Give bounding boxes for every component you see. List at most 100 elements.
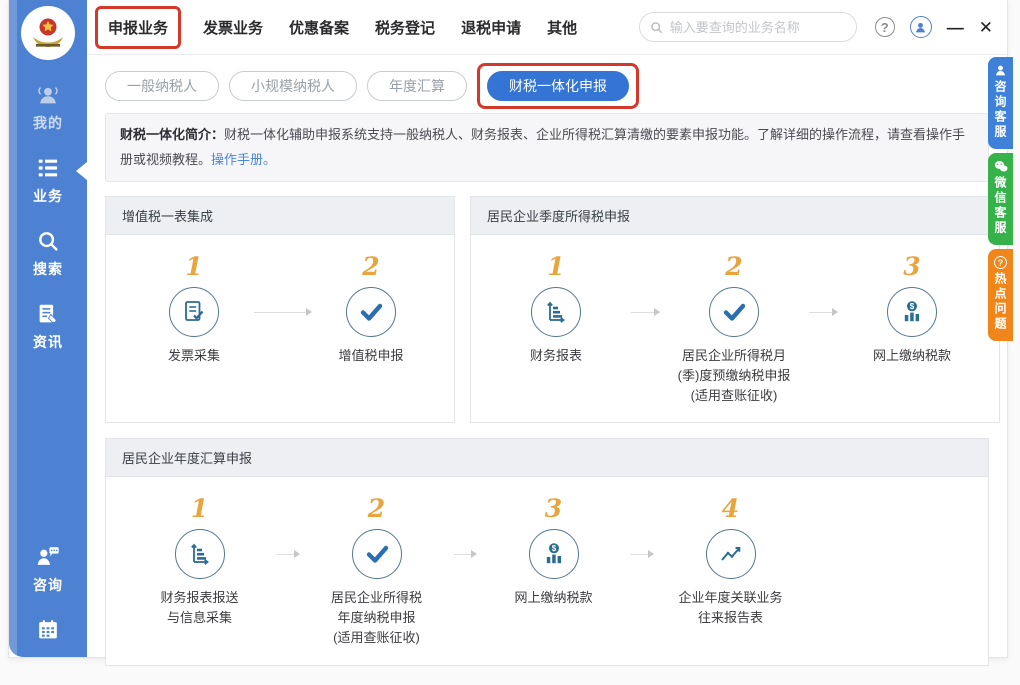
step-pay-tax-online[interactable]: 3 $ 网上缴纳税款 [476, 495, 631, 608]
step-number: 4 [722, 495, 739, 523]
step-number: 1 [547, 253, 564, 281]
service-button-label: 咨询客服 [992, 80, 1009, 140]
service-button-label: 热点问题 [992, 272, 1009, 332]
sidebar-item-news[interactable]: 资讯 [33, 301, 63, 352]
wechat-service-button[interactable]: 微信客服 [988, 153, 1013, 245]
step-report-info-collect[interactable]: 1 财务报表报送 与信息采集 [122, 495, 277, 628]
nav-item-refund[interactable]: 退税申请 [461, 17, 521, 38]
sidebar-item-business[interactable]: 业务 [33, 155, 63, 206]
step-circle [706, 529, 756, 579]
app-window: 我的 业务 搜索 资讯 [8, 0, 1008, 658]
sidebar-item-consult[interactable]: 咨询 [33, 544, 63, 595]
tab-small-scale-taxpayer[interactable]: 小规模纳税人 [229, 71, 357, 101]
step-number: 1 [185, 253, 202, 281]
step-circle [352, 529, 402, 579]
step-circle [346, 287, 396, 337]
invoice-collect-icon [181, 299, 207, 325]
tab-fiscal-tax-integration[interactable]: 财税一体化申报 [487, 71, 629, 101]
check-icon [721, 299, 747, 325]
step-financial-report[interactable]: 1 财务报表 [481, 253, 631, 366]
minimize-button[interactable]: — [947, 19, 964, 36]
calendar-icon [35, 617, 61, 643]
svg-text:$: $ [910, 302, 915, 311]
step-related-business-report[interactable]: 4 企业年度关联业务 往来报告表 [653, 495, 808, 628]
person-icon [994, 64, 1007, 77]
user-icon[interactable] [910, 16, 932, 38]
step-number: 2 [362, 253, 379, 281]
sidebar-item-label: 我的 [33, 113, 63, 133]
panel-quarterly-income-tax: 居民企业季度所得税申报 1 财 [470, 196, 1000, 423]
search-input[interactable] [670, 20, 846, 35]
step-circle: $ [529, 529, 579, 579]
step-label: 网上缴纳税款 [514, 588, 592, 608]
panel-body: 1 财务报表 [471, 235, 999, 422]
step-label: 居民企业所得税 年度纳税申报 (适用查账征收) [331, 588, 422, 648]
nav-item-declare[interactable]: 申报业务 [108, 20, 168, 37]
nav-item-other[interactable]: 其他 [547, 17, 577, 38]
tab-annual-settlement[interactable]: 年度汇算 [367, 71, 467, 101]
search-icon [35, 228, 61, 254]
step-circle [531, 287, 581, 337]
search-icon [650, 20, 663, 35]
panel-body: 1 发票采集 2 [106, 235, 454, 403]
check-icon [364, 541, 390, 567]
consult-service-button[interactable]: 咨询客服 [988, 57, 1013, 149]
panel-body: 1 财务报表报送 与信息采集 2 [106, 477, 988, 664]
tab-general-taxpayer[interactable]: 一般纳税人 [105, 71, 219, 101]
svg-text:$: $ [551, 544, 556, 553]
floating-service-buttons: 咨询客服 微信客服 ? 热点问题 [988, 57, 1013, 341]
flow-arrow [254, 312, 311, 313]
tabs-row: 一般纳税人 小规模纳税人 年度汇算 财税一体化申报 [105, 61, 989, 111]
step-number: 3 [545, 495, 562, 523]
pay-tax-icon: $ [899, 299, 925, 325]
step-number: 2 [368, 495, 385, 523]
nav-item-invoice[interactable]: 发票业务 [203, 17, 263, 38]
panel-vat-integration: 增值税一表集成 1 发票采集 [105, 196, 455, 423]
question-icon: ? [994, 256, 1007, 269]
nav-item-preference[interactable]: 优惠备案 [289, 17, 349, 38]
titlebar: 申报业务 发票业务 优惠备案 税务登记 退税申请 其他 ? — ✕ [87, 0, 1007, 55]
wechat-icon [994, 160, 1008, 173]
step-invoice-collection[interactable]: 1 发票采集 [134, 253, 254, 366]
tax-emblem-icon [26, 11, 70, 55]
close-button[interactable]: ✕ [979, 19, 993, 36]
flow-arrow [277, 554, 299, 555]
sidebar-item-mine[interactable]: 我的 [33, 82, 63, 133]
top-nav: 申报业务 发票业务 优惠备案 税务登记 退税申请 其他 [95, 6, 577, 49]
search-box[interactable] [639, 12, 857, 42]
titlebar-icons: ? — ✕ [875, 16, 993, 38]
active-item-pointer [76, 162, 87, 180]
panel-annual-settlement-declare: 居民企业年度汇算申报 1 财务报表报送 与信息采集 [105, 438, 989, 665]
step-annual-declare[interactable]: 2 居民企业所得税 年度纳税申报 (适用查账征收) [299, 495, 454, 648]
red-annotation-box-nav: 申报业务 [95, 6, 181, 49]
step-label: 增值税申报 [338, 346, 403, 366]
panel-title: 增值税一表集成 [106, 197, 454, 235]
nav-item-registration[interactable]: 税务登记 [375, 17, 435, 38]
report-chart-icon [187, 541, 213, 567]
step-circle [709, 287, 759, 337]
step-number: 3 [903, 253, 920, 281]
hot-questions-button[interactable]: ? 热点问题 [988, 249, 1013, 341]
person-signal-icon [35, 82, 61, 108]
intro-label: 财税一体化简介： [120, 127, 224, 142]
red-annotation-box-tab: 财税一体化申报 [477, 63, 639, 109]
help-icon[interactable]: ? [875, 17, 895, 37]
flow-arrow [631, 312, 659, 313]
step-pay-tax-online[interactable]: 3 $ 网上缴纳税款 [837, 253, 987, 366]
report-chart-icon [543, 299, 569, 325]
step-circle: $ [887, 287, 937, 337]
news-document-icon [35, 301, 61, 327]
step-circle [169, 287, 219, 337]
step-vat-declare[interactable]: 2 增值税申报 [311, 253, 431, 366]
list-icon [35, 155, 61, 181]
flow-arrow [809, 312, 837, 313]
step-prepay-declare[interactable]: 2 居民企业所得税月 (季)度预缴纳税申报 (适用查账征收) [659, 253, 809, 406]
sidebar-item-label: 咨询 [33, 575, 63, 595]
person-icon [914, 21, 927, 34]
service-button-label: 微信客服 [992, 176, 1009, 236]
sidebar-item-search[interactable]: 搜索 [33, 228, 63, 279]
step-number: 2 [725, 253, 742, 281]
manual-link[interactable]: 操作手册。 [211, 152, 276, 167]
step-label: 财务报表报送 与信息采集 [160, 588, 238, 628]
sidebar-item-calendar[interactable] [35, 617, 61, 643]
